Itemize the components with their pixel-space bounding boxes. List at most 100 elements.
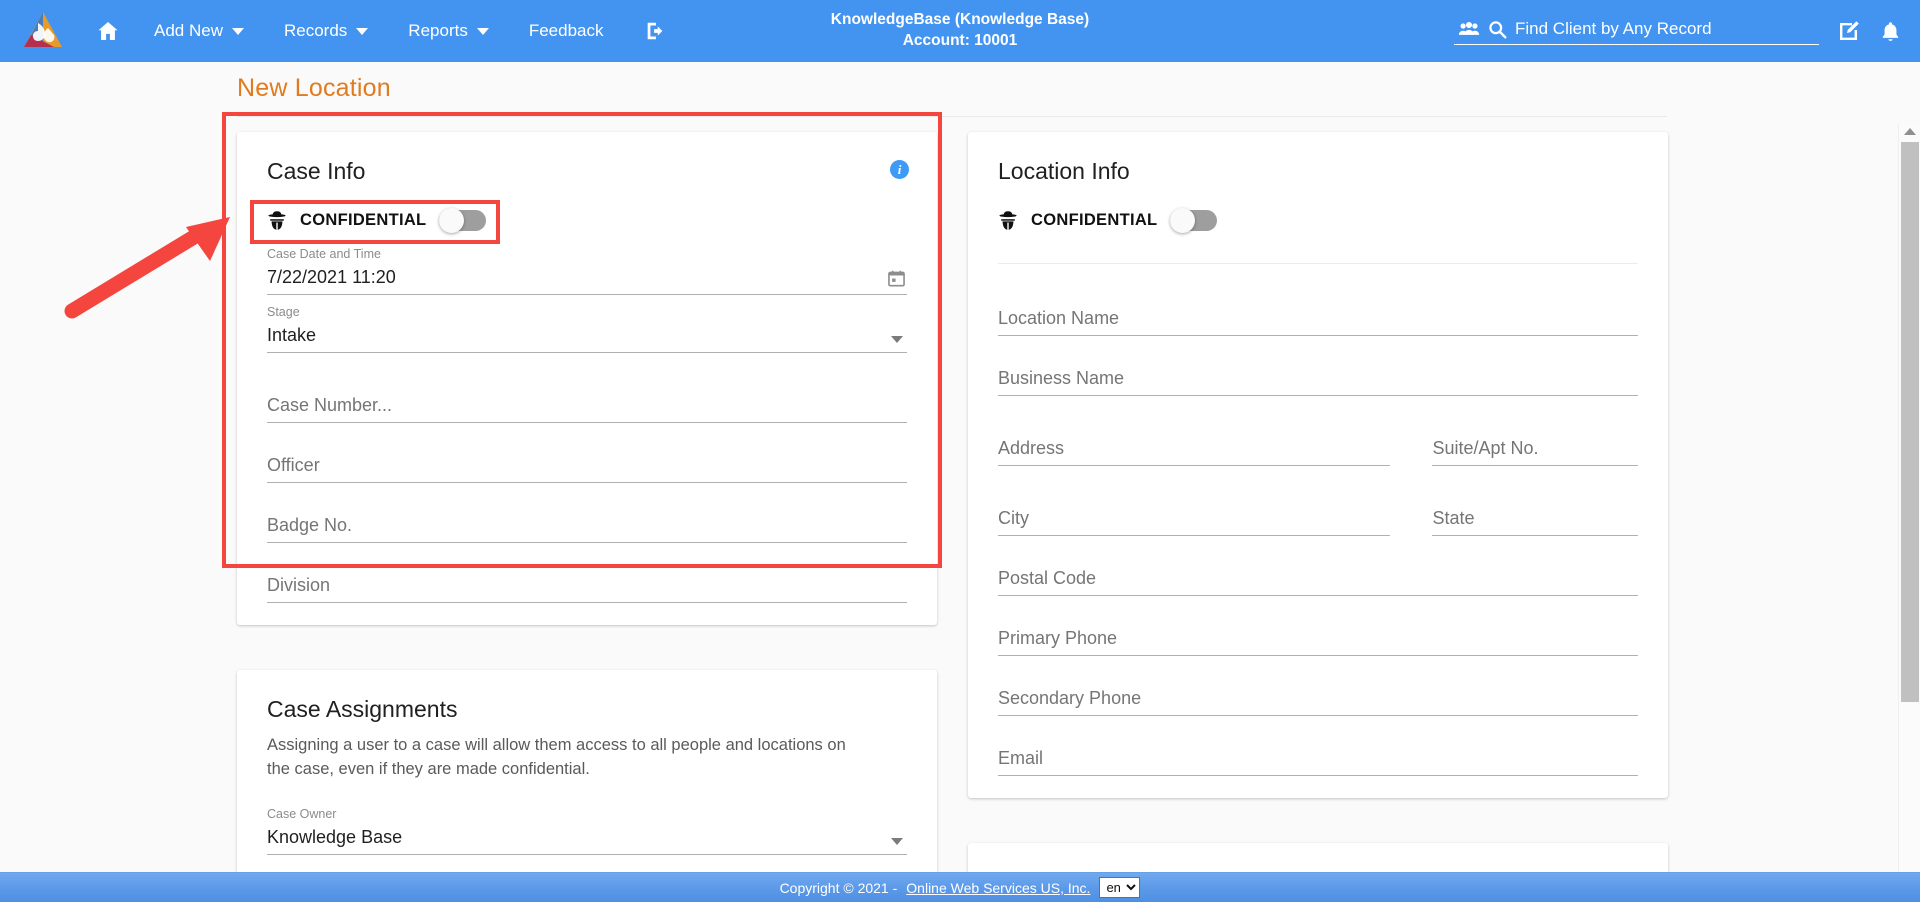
field-underline [267,482,907,483]
find-client-label: Find Client by Any Record [1515,19,1712,38]
nav-item-label: Reports [408,21,468,40]
language-select[interactable]: en [1099,877,1141,898]
case-date-label: Case Date and Time [267,247,381,261]
field-underline [267,854,907,856]
case-number-field[interactable]: Case Number... [267,375,907,423]
compose-note-icon[interactable] [1837,19,1861,43]
location-info-heading: Location Info [998,158,1130,184]
city-field[interactable]: City [998,488,1391,536]
case-assignments-heading: Case Assignments [267,696,458,722]
nav-right-tools: Find Client by Any Record [1454,17,1902,45]
chevron-down-icon [231,27,244,35]
case-date-field[interactable]: Case Date and Time 7/22/2021 11:20 [267,247,907,295]
suite-placeholder: Suite/Apt No. [1432,438,1539,458]
nav-item-label: Feedback [528,21,604,40]
field-underline [1432,535,1638,536]
scrollbar-thumb[interactable] [1901,142,1919,702]
scroll-up-arrow-icon[interactable] [1903,128,1916,135]
location-info-card: Location Info CONFIDENTIAL Location Name [968,132,1668,798]
chevron-down-icon[interactable] [891,336,903,343]
nav-item-add-new[interactable]: Add New [134,0,264,62]
app-logo[interactable] [12,0,74,62]
postal-code-field[interactable]: Postal Code [998,548,1638,596]
location-confidential-toggle[interactable] [1170,207,1218,233]
nav-item-reports[interactable]: Reports [388,0,509,62]
page-footer: Copyright © 2021 - Online Web Services U… [0,872,1920,902]
primary-phone-field[interactable]: Primary Phone [998,608,1638,656]
badge-placeholder: Badge No. [267,515,353,535]
case-stage-label: Stage [267,305,300,319]
page-content: New Location i Case Info CONFIDENTIAL Ca… [0,62,1920,879]
case-number-placeholder: Case Number... [267,395,393,415]
copyright-text: Copyright © 2021 - [779,879,898,896]
location-confidential-label: CONFIDENTIAL [1031,210,1158,229]
nav-item-feedback[interactable]: Feedback [509,0,624,62]
account-name: KnowledgeBase (Knowledge Base) [830,11,1090,29]
division-placeholder: Division [267,575,331,595]
nav-home-button[interactable] [74,0,134,62]
calendar-icon[interactable] [888,270,905,287]
info-icon[interactable]: i [890,160,909,179]
location-name-placeholder: Location Name [998,308,1120,328]
email-placeholder: Email [998,748,1044,768]
field-underline [267,352,907,353]
address-field[interactable]: Address [998,418,1391,466]
case-confidential-row: CONFIDENTIAL [267,203,907,237]
business-name-placeholder: Business Name [998,368,1125,388]
city-state-row: City State [998,478,1638,536]
suite-field[interactable]: Suite/Apt No. [1432,418,1638,466]
nav-logout-button[interactable] [624,0,686,62]
right-column: Location Info CONFIDENTIAL Location Name [968,132,1668,879]
toggle-knob [1170,207,1196,233]
page-title: New Location [237,74,391,102]
email-field[interactable]: Email [998,728,1638,776]
secondary-phone-placeholder: Secondary Phone [998,688,1142,708]
field-underline [998,655,1638,656]
case-assignments-card: Case Assignments Assigning a user to a c… [237,670,937,879]
business-name-field[interactable]: Business Name [998,348,1638,396]
case-info-card: i Case Info CONFIDENTIAL Case Date and T… [237,132,937,625]
case-owner-field[interactable]: Case Owner Knowledge Base [267,807,907,856]
state-field[interactable]: State [1432,488,1638,536]
location-confidential-row: CONFIDENTIAL [998,203,1638,237]
search-icon [1489,20,1507,38]
field-underline [998,535,1391,536]
chevron-down-icon [356,27,369,35]
notifications-bell-icon[interactable] [1879,20,1902,43]
field-underline [998,775,1638,776]
secondary-phone-field[interactable]: Secondary Phone [998,668,1638,716]
page-scrollbar[interactable] [1898,124,1920,879]
company-link[interactable]: Online Web Services US, Inc. [906,880,1090,896]
nav-item-records[interactable]: Records [264,0,388,62]
toggle-knob [439,207,465,233]
people-icon [1458,21,1480,35]
postal-code-placeholder: Postal Code [998,568,1097,588]
chevron-down-icon[interactable] [891,838,903,846]
field-underline [1432,465,1638,466]
officer-placeholder: Officer [267,455,320,475]
account-number: Account: 10001 [902,32,1018,49]
account-header: KnowledgeBase (Knowledge Base) Account: … [831,10,1089,52]
officer-field[interactable]: Officer [267,435,907,483]
field-underline [267,422,907,423]
address-placeholder: Address [998,438,1065,458]
case-stage-value: Intake [267,325,317,345]
field-underline [267,542,907,543]
division-field[interactable]: Division [267,555,907,603]
case-date-value: 7/22/2021 11:20 [267,267,396,287]
city-placeholder: City [998,508,1029,528]
find-client-search[interactable]: Find Client by Any Record [1454,17,1819,45]
case-confidential-label: CONFIDENTIAL [300,210,427,229]
case-stage-field[interactable]: Stage Intake [267,305,907,353]
field-underline [998,595,1638,596]
nav-menu: Add New Records Reports Feedback [74,0,686,62]
case-assignments-description: Assigning a user to a case will allow th… [267,736,846,779]
field-underline [998,395,1638,396]
state-placeholder: State [1432,508,1475,528]
case-confidential-toggle[interactable] [439,207,487,233]
home-icon [98,22,118,40]
badge-number-field[interactable]: Badge No. [267,495,907,543]
location-name-field[interactable]: Location Name [998,288,1638,336]
case-info-heading: Case Info [267,158,366,184]
location-divider [998,263,1638,264]
